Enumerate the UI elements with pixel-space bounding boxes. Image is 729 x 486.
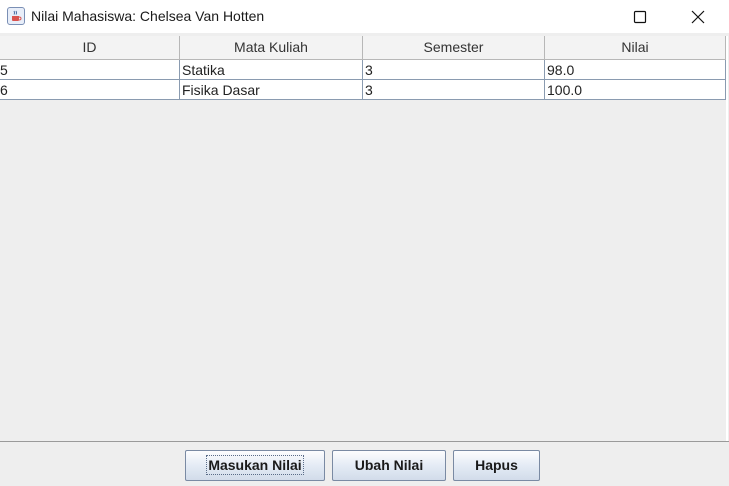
maximize-button[interactable] bbox=[611, 0, 669, 33]
cell-mata-kuliah[interactable]: Fisika Dasar bbox=[180, 80, 363, 100]
window-title: Nilai Mahasiswa: Chelsea Van Hotten bbox=[31, 8, 265, 24]
column-header-semester[interactable]: Semester bbox=[363, 36, 545, 59]
table-row[interactable]: 5 Statika 3 98.0 bbox=[0, 60, 726, 80]
java-cup-icon[interactable] bbox=[7, 7, 25, 25]
masukan-nilai-button[interactable]: Masukan Nilai bbox=[185, 450, 325, 481]
ubah-nilai-label: Ubah Nilai bbox=[354, 457, 424, 473]
masukan-nilai-label: Masukan Nilai bbox=[206, 455, 304, 475]
cell-nilai[interactable]: 98.0 bbox=[545, 60, 726, 80]
column-header-id[interactable]: ID bbox=[0, 36, 180, 59]
hapus-button[interactable]: Hapus bbox=[453, 450, 540, 481]
title-bar[interactable]: Nilai Mahasiswa: Chelsea Van Hotten bbox=[0, 0, 729, 33]
divider bbox=[0, 441, 729, 442]
table-header: ID Mata Kuliah Semester Nilai bbox=[0, 36, 726, 60]
cell-nilai[interactable]: 100.0 bbox=[545, 80, 726, 100]
table-right-edge bbox=[726, 36, 728, 441]
close-button[interactable] bbox=[669, 0, 727, 33]
maximize-icon bbox=[633, 10, 647, 24]
ubah-nilai-button[interactable]: Ubah Nilai bbox=[332, 450, 446, 481]
close-icon bbox=[691, 10, 705, 24]
column-header-mata-kuliah[interactable]: Mata Kuliah bbox=[180, 36, 363, 59]
grades-table[interactable]: ID Mata Kuliah Semester Nilai 5 Statika … bbox=[0, 36, 729, 441]
cell-semester[interactable]: 3 bbox=[363, 60, 545, 80]
cell-semester[interactable]: 3 bbox=[363, 80, 545, 100]
hapus-label: Hapus bbox=[475, 457, 518, 473]
cell-id[interactable]: 6 bbox=[0, 80, 180, 100]
table-row[interactable]: 6 Fisika Dasar 3 100.0 bbox=[0, 80, 726, 100]
cell-id[interactable]: 5 bbox=[0, 60, 180, 80]
cell-mata-kuliah[interactable]: Statika bbox=[180, 60, 363, 80]
column-header-nilai[interactable]: Nilai bbox=[545, 36, 726, 59]
